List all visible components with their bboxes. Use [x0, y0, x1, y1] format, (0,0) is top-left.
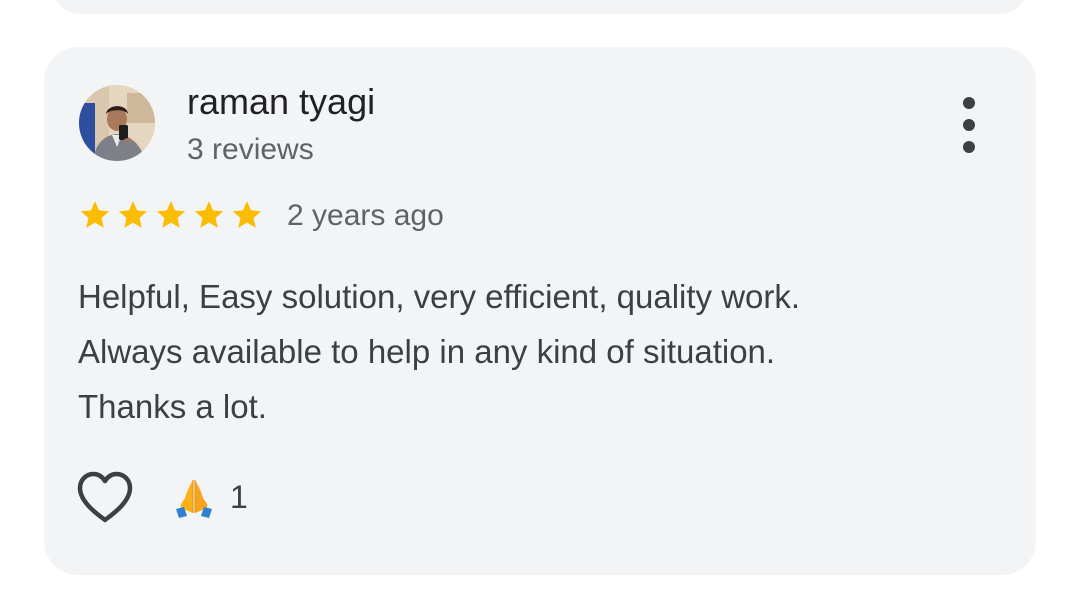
reaction-chip[interactable]: 1 [172, 475, 248, 519]
star-icon [156, 201, 186, 228]
star-icon [80, 201, 110, 228]
review-card: raman tyagi 3 reviews 2 years ago Helpfu… [44, 47, 1036, 575]
avatar-photo [79, 85, 155, 161]
star-icon [194, 201, 224, 228]
star-icon [118, 201, 148, 228]
previous-review-card [52, 0, 1028, 14]
review-time: 2 years ago [287, 199, 444, 232]
star-icon [232, 201, 262, 228]
folded-hands-icon [176, 480, 212, 518]
heart-outline-icon[interactable] [76, 470, 134, 526]
menu-dot [963, 119, 975, 131]
star-rating [77, 198, 265, 232]
menu-dot [963, 141, 975, 153]
review-text: Helpful, Easy solution, very efficient, … [78, 278, 801, 425]
avatar[interactable] [79, 85, 155, 161]
menu-dot [963, 97, 975, 109]
reaction-count: 1 [230, 478, 248, 515]
more-vert-icon[interactable] [954, 97, 984, 153]
reviewer-name[interactable]: raman tyagi [187, 81, 375, 123]
reviewer-review-count: 3 reviews [187, 133, 314, 166]
